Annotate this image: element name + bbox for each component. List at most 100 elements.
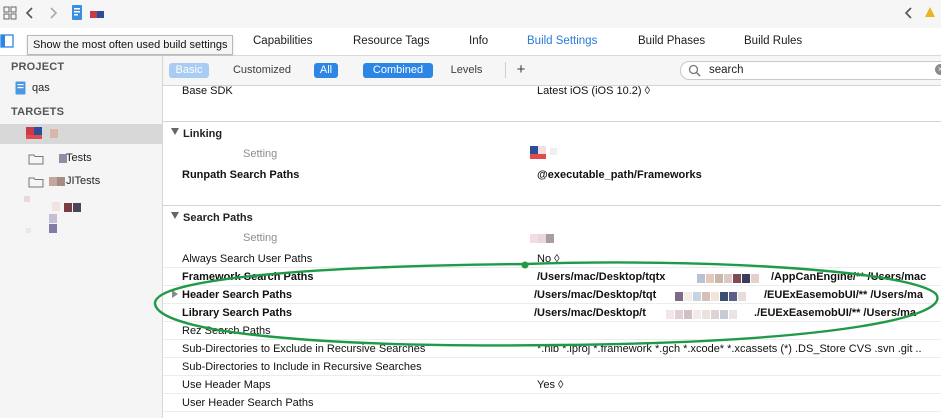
- setting-row-exclude-recursive[interactable]: Sub-Directories to Exclude in Recursive …: [163, 340, 941, 358]
- redacted-item: [538, 234, 546, 243]
- disclosure-triangle-icon[interactable]: [171, 128, 179, 135]
- redacted-item: [64, 203, 72, 212]
- setting-row-framework-search-paths[interactable]: Framework Search Paths /Users/mac/Deskto…: [163, 268, 941, 286]
- setting-value[interactable]: Latest iOS (iOS 10.2) ◊: [537, 85, 650, 97]
- disclosure-triangle-icon[interactable]: [171, 212, 179, 219]
- add-setting-button[interactable]: +: [513, 62, 529, 78]
- combined-view-button[interactable]: Combined: [363, 63, 433, 78]
- redacted-item: [24, 196, 30, 202]
- setting-label: Framework Search Paths: [182, 271, 314, 283]
- setting-value[interactable]: /Users/mac/Desktop/t: [534, 307, 646, 319]
- setting-value[interactable]: @executable_path/Frameworks: [537, 169, 702, 181]
- setting-row-library-search-paths[interactable]: Library Search Paths /Users/mac/Desktop/…: [163, 304, 941, 322]
- setting-label: User Header Search Paths: [182, 397, 314, 409]
- section-title: Linking: [183, 128, 223, 140]
- search-input[interactable]: search: [709, 64, 744, 76]
- setting-row-rez-search-paths[interactable]: Rez Search Paths: [163, 322, 941, 340]
- sidebar-item-project[interactable]: qas: [0, 78, 162, 98]
- redacted-item: [49, 214, 57, 223]
- setting-row-runpath-search-paths[interactable]: Runpath Search Paths @executable_path/Fr…: [163, 166, 941, 184]
- setting-column-label: Setting: [243, 232, 278, 244]
- project-file-icon: [15, 81, 26, 102]
- redacted-item: [550, 148, 557, 155]
- setting-label: Rez Search Paths: [182, 325, 271, 337]
- setting-value-tail: ./EUExEasemobUI/** /Users/ma: [754, 307, 917, 319]
- setting-value[interactable]: *.nib *.lproj *.framework *.gch *.xcode*…: [537, 343, 922, 355]
- redacted-item: [73, 203, 81, 212]
- redacted-path-segment: [666, 308, 738, 320]
- grid-icon[interactable]: [3, 6, 17, 23]
- sidebar-item-label: Tests: [66, 152, 92, 164]
- customized-filter-button[interactable]: Customized: [227, 63, 297, 78]
- setting-column-header: Setting: [163, 229, 941, 247]
- sidebar-item-target-uitests[interactable]: JITests: [0, 171, 162, 191]
- redacted-path-segment: [697, 272, 760, 284]
- disclosure-triangle-icon[interactable]: [172, 290, 178, 298]
- tab-info[interactable]: Info: [469, 35, 488, 47]
- tooltip: Show the most often used build settings: [27, 35, 234, 55]
- setting-row-include-recursive[interactable]: Sub-Directories to Include in Recursive …: [163, 358, 941, 376]
- search-field[interactable]: search: [680, 61, 941, 80]
- tab-build-rules[interactable]: Build Rules: [744, 35, 802, 47]
- setting-value[interactable]: /Users/mac/Desktop/tqt: [534, 289, 656, 301]
- sidebar-item-target-app[interactable]: [0, 124, 162, 144]
- project-section-header: PROJECT: [11, 61, 65, 73]
- target-badge-icon: [97, 11, 104, 18]
- folder-icon: [28, 152, 44, 172]
- setting-column-label: Setting: [243, 148, 278, 160]
- setting-value-tail: /EUExEasemobUI/** /Users/ma: [764, 289, 923, 301]
- setting-value[interactable]: /Users/mac/Desktop/tqtx: [537, 271, 665, 283]
- sidebar-item-label: JITests: [66, 175, 101, 187]
- redacted-item: [52, 202, 60, 211]
- setting-value[interactable]: No ◊: [537, 253, 560, 265]
- setting-row-user-header-search-paths[interactable]: User Header Search Paths: [163, 394, 941, 412]
- setting-value-tail: /AppCanEngine/** /Users/mac: [771, 271, 927, 283]
- basic-filter-button[interactable]: Basic: [169, 63, 209, 78]
- setting-row-base-sdk[interactable]: Base SDK Latest iOS (iOS 10.2) ◊: [163, 82, 941, 100]
- tab-capabilities[interactable]: Capabilities: [253, 35, 312, 47]
- setting-label: Library Search Paths: [182, 307, 293, 319]
- folder-icon: [28, 175, 44, 195]
- tab-build-phases[interactable]: Build Phases: [638, 35, 705, 47]
- redacted-item: [530, 234, 538, 243]
- target-app-icon: [530, 154, 546, 159]
- search-icon: [688, 64, 701, 80]
- sidebar-item-target-tests[interactable]: Tests: [0, 148, 162, 168]
- section-header-search-paths[interactable]: Search Paths: [163, 205, 941, 228]
- setting-row-always-search-user-paths[interactable]: Always Search User Paths No ◊: [163, 250, 941, 268]
- back-chevron-right-icon[interactable]: [904, 6, 914, 23]
- redacted-item: [26, 228, 31, 233]
- setting-label: Base SDK: [182, 85, 233, 97]
- tab-resource-tags[interactable]: Resource Tags: [353, 35, 430, 47]
- setting-label: Header Search Paths: [182, 289, 293, 301]
- setting-row-header-search-paths[interactable]: Header Search Paths /Users/mac/Desktop/t…: [163, 286, 941, 304]
- sidebar-item-label: qas: [32, 82, 50, 94]
- project-navigator: PROJECT qas TARGETS Tests JITests: [0, 56, 163, 418]
- target-app-icon: [26, 135, 42, 139]
- setting-label: Sub-Directories to Exclude in Recursive …: [182, 343, 426, 355]
- levels-view-button[interactable]: Levels: [444, 63, 489, 78]
- redacted-label: [50, 129, 58, 138]
- file-icon: [71, 4, 83, 24]
- redacted-text: [49, 177, 57, 186]
- target-badge-icon: [90, 11, 97, 18]
- targets-section-header: TARGETS: [11, 106, 65, 118]
- redacted-text: [57, 177, 65, 186]
- row-separator: [163, 411, 941, 412]
- section-title: Search Paths: [183, 212, 253, 224]
- setting-label: Use Header Maps: [182, 379, 271, 391]
- setting-value[interactable]: Yes ◊: [537, 379, 563, 391]
- setting-label: Sub-Directories to Include in Recursive …: [182, 361, 422, 373]
- section-header-linking[interactable]: Linking: [163, 121, 941, 144]
- tab-build-settings[interactable]: Build Settings: [527, 35, 597, 47]
- setting-row-use-header-maps[interactable]: Use Header Maps Yes ◊: [163, 376, 941, 394]
- all-filter-button[interactable]: All: [314, 63, 338, 78]
- back-chevron-icon[interactable]: [25, 6, 35, 23]
- setting-label: Runpath Search Paths: [182, 169, 300, 181]
- setting-column-header: Setting: [163, 145, 941, 163]
- redacted-item: [49, 224, 57, 233]
- sidebar-toggle-icon[interactable]: [0, 34, 14, 51]
- redacted-item: [546, 234, 554, 243]
- clear-search-icon[interactable]: ×: [935, 64, 941, 75]
- forward-chevron-icon[interactable]: [48, 6, 58, 23]
